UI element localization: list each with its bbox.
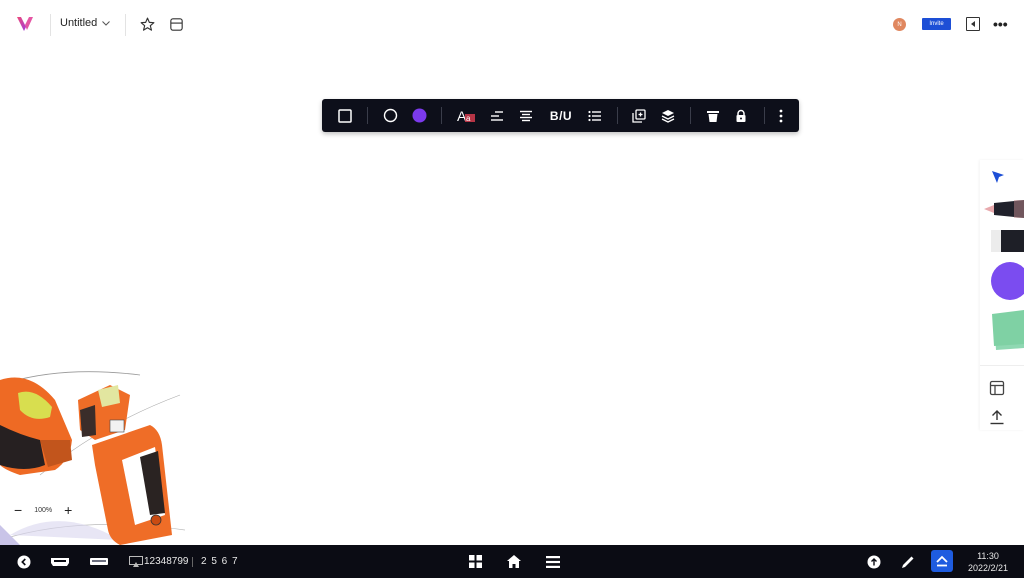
toolbar-divider [764,107,765,124]
upload-icon[interactable] [989,409,1005,425]
format-toolbar: Aa B/U [322,99,799,132]
menu-icon [546,555,560,568]
top-bar: Untitled N Invite ••• [0,0,1024,50]
trash-icon [707,110,719,122]
duplicate-icon [632,108,646,123]
eject-icon [936,555,948,567]
list-icon [588,110,601,121]
pen-icon[interactable] [984,198,1024,220]
bold-italic-underline-button[interactable]: B/U [546,99,576,132]
border-style-button[interactable] [334,99,356,132]
screen-cast-icon [128,545,144,578]
biu-label: B/U [549,108,573,123]
text-style-button[interactable]: Aa [455,99,479,132]
more-horizontal-icon[interactable]: ••• [993,17,1008,31]
clock: 11:30 2022/2/21 [960,550,1016,574]
align-center-icon [520,110,532,121]
usb-icon [90,557,108,565]
lock-icon [736,109,746,122]
line-spacing-icon [491,110,503,121]
eraser-icon[interactable] [991,228,1024,254]
clock-time: 11:30 [977,551,999,561]
upload-circle-button[interactable] [866,545,882,578]
toolbar-divider [690,107,691,124]
font-style-icon: Aa [457,108,475,124]
sticky-note-icon[interactable] [990,308,1024,354]
duplicate-button[interactable] [629,99,649,132]
app-logo-icon[interactable] [14,13,36,35]
panel-toggle-icon[interactable] [966,17,980,31]
divider [125,14,126,36]
board-icon[interactable] [168,16,185,33]
toolbar-more-button[interactable] [773,99,789,132]
circle-shape-icon[interactable] [990,260,1024,302]
shape-circle-button[interactable] [379,99,401,132]
sketch-image[interactable] [0,365,185,545]
hdmi-icon [51,557,69,566]
upload-circle-icon [867,555,881,568]
circle-outline-icon [383,108,397,123]
home-icon [507,555,521,568]
document-title-dropdown[interactable]: Untitled [60,17,111,29]
avatar[interactable]: N [893,18,906,31]
pen-icon [902,556,914,568]
fill-color-button[interactable] [408,99,430,132]
annotate-button[interactable] [900,545,916,578]
usb-button[interactable] [89,545,109,578]
whiteboard-app: Untitled N Invite ••• Aa B/U − 100% + 12… [0,0,1024,578]
room-code: 2 5 6 7 [201,556,239,567]
eject-button[interactable] [931,550,953,572]
list-button[interactable] [585,99,605,132]
system-taskbar: 12348799 2 5 6 7 11:30 2022/2/21 [0,545,1024,578]
clock-date: 2022/2/21 [967,563,1009,573]
more-vertical-icon [779,109,783,122]
divider [50,14,51,36]
layers-button[interactable] [658,99,678,132]
zoom-controls: − 100% + [14,503,72,517]
text-align-button[interactable] [516,99,536,132]
apps-grid-icon [468,555,482,568]
chevron-down-icon [102,21,111,26]
toolbar-divider [367,107,368,124]
color-swatch-icon [412,108,426,123]
hdmi-button[interactable] [50,545,70,578]
apps-button[interactable] [466,545,484,578]
back-button[interactable] [15,545,33,578]
layout-icon[interactable] [989,380,1005,396]
rail-divider [980,365,1024,366]
home-button[interactable] [505,545,523,578]
zoom-in-button[interactable]: + [64,503,72,517]
back-icon [17,555,31,568]
toolbar-divider [441,107,442,124]
invite-button[interactable]: Invite [922,18,951,30]
svg-text:a: a [466,114,471,123]
square-outline-icon [338,108,352,123]
line-spacing-button[interactable] [487,99,507,132]
taskbar-divider [192,545,193,578]
cursor-arrow-icon[interactable] [991,170,1005,184]
zoom-out-button[interactable]: − [14,503,22,517]
star-icon[interactable] [139,16,156,33]
layers-icon [661,109,675,123]
zoom-level: 100% [34,506,53,514]
toolbar-divider [617,107,618,124]
delete-button[interactable] [703,99,723,132]
meeting-id: 12348799 [144,556,189,567]
document-title: Untitled [60,17,98,29]
menu-button[interactable] [544,545,562,578]
lock-button[interactable] [731,99,751,132]
